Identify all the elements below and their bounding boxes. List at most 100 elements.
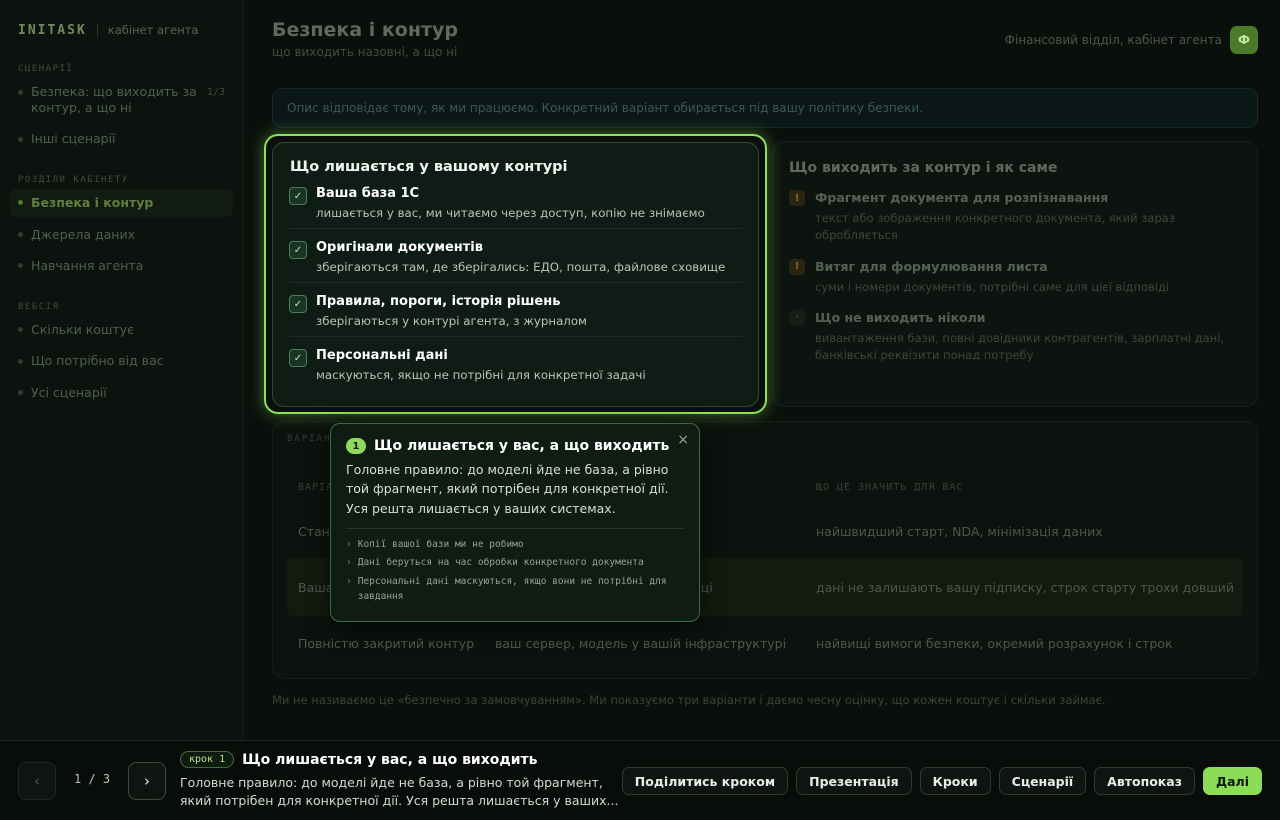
sidebar-item-label: Що потрібно від вас [31, 353, 164, 369]
tour-bottom-bar: ‹ 1 / 3 › крок 1 Що лишається у вас, а щ… [0, 740, 1280, 820]
table-cell: дані не залишають вашу підписку, строк с… [816, 579, 1234, 595]
step-title: Що лишається у вас, а що виходить [242, 751, 538, 768]
item-title: Що не виходить ніколи [815, 309, 986, 325]
step-info: крок 1 Що лишається у вас, а що виходить… [180, 751, 625, 810]
page-subtitle: що виходить назовні, а що ні [272, 45, 458, 59]
item-title: Фрагмент документа для розпізнавання [815, 190, 1109, 205]
tooltip-body: Головне правило: до моделі йде не база, … [346, 462, 669, 516]
sidebar-item-security-scenario[interactable]: Безпека: що виходить за контур, а що ні … [10, 78, 233, 121]
sidebar-item-label: Інші сценарії [31, 131, 116, 147]
previous-step-button[interactable]: ‹ [18, 762, 56, 800]
presentation-button[interactable]: Презентація [796, 767, 912, 795]
bullet-icon [18, 327, 23, 333]
chevron-right-icon: › [346, 557, 352, 569]
close-icon[interactable]: × [677, 432, 689, 448]
sidebar-item-count: 1/3 [206, 87, 225, 98]
item-description: лишається у вас, ми читаємо через доступ… [316, 206, 705, 220]
item-title: Персональні дані [316, 348, 448, 363]
bullet-icon [18, 231, 23, 237]
list-item: › Персональні дані маскуються, якщо вони … [346, 574, 684, 604]
item-title: Ваша база 1С [316, 186, 420, 201]
item-title: Правила, пороги, історія рішень [316, 294, 561, 309]
tooltip-header: 1 Що лишається у вас, а що виходить [346, 438, 684, 454]
check-icon: ✓ [289, 187, 307, 205]
sidebar-item-pricing[interactable]: Скільки коштує [10, 316, 233, 344]
steps-button[interactable]: Кроки [919, 767, 991, 795]
item-description: вивантаження бази, повні довідники контр… [815, 330, 1225, 362]
table-cell: найшвидший старт, NDA, мінімізація даних [816, 523, 1103, 539]
next-step-button[interactable]: › [128, 762, 166, 800]
bullet-text: Копії вашої бази ми не робимо [357, 539, 524, 551]
bullet-icon [18, 90, 23, 95]
info-notice: Опис відповідає тому, як ми працюємо. Ко… [272, 88, 1258, 128]
sidebar-item-label: Скільки коштує [31, 321, 134, 337]
card-title: Що виходить за контур і як саме [789, 160, 1058, 176]
list-item: ✓ Ваша база 1С лишається у вас, ми читає… [289, 175, 742, 229]
share-step-button[interactable]: Поділитись кроком [621, 767, 789, 795]
list-item: ✓ Персональні дані маскуються, якщо не п… [289, 337, 742, 390]
sidebar-item-requirements[interactable]: Що потрібно від вас [10, 347, 233, 375]
list-item: › Копії вашої бази ми не робимо [346, 537, 684, 552]
inside-perimeter-card: Що лишається у вашому контурі ✓ Ваша баз… [272, 142, 759, 407]
check-icon: ✓ [289, 295, 307, 313]
sidebar-item-other-scenarios[interactable]: Інші сценарії [10, 125, 233, 153]
sidebar: INITASK кабінет агента СЦЕНАРІЇ Безпека:… [0, 0, 244, 740]
context-label: Фінансовий відділ, кабінет агента [1004, 33, 1222, 47]
bullet-icon [18, 263, 23, 269]
avatar[interactable]: Ф [1230, 26, 1258, 54]
brand-logo: INITASK [18, 22, 87, 38]
tooltip-bullets: › Копії вашої бази ми не робимо › Дані бер… [346, 537, 684, 604]
bullet-icon [18, 136, 23, 142]
item-description: маскуються, якщо не потрібні для конкрет… [316, 368, 646, 382]
brand-divider [96, 23, 98, 37]
stop-icon: · [789, 309, 805, 326]
check-icon: ✓ [289, 349, 307, 367]
sidebar-item-label: Усі сценарії [31, 385, 107, 400]
chevron-right-icon: › [346, 539, 352, 551]
step-counter: 1 / 3 [74, 772, 111, 786]
list-item: ✓ Правила, пороги, історія рішень зберіг… [289, 283, 742, 337]
item-description: зберігаються там, де зберігались: ЕДО, п… [316, 260, 726, 274]
sidebar-section-title: ВЕБСІЯ [18, 301, 60, 312]
bullet-text: Дані беруться на час обробки конкретного… [357, 557, 644, 569]
tour-actions: Поділитись кроком Презентація Кроки Сцен… [621, 767, 1262, 795]
chevron-right-icon: › [346, 575, 352, 587]
sidebar-item-label: Безпека: що виходить за контур, а що ні [31, 84, 197, 115]
table-row[interactable]: Повністю закритий контур ваш сервер, мод… [287, 620, 1243, 666]
step-badge: крок 1 [180, 751, 235, 768]
column-header: ЩО ЦЕ ЗНАЧИТЬ ДЛЯ ВАС [816, 481, 964, 493]
item-description: текст або зображення конкретного докумен… [815, 211, 1175, 243]
brand[interactable]: INITASK кабінет агента [10, 18, 233, 42]
sidebar-item-agent-training[interactable]: Навчання агента [10, 252, 233, 280]
divider [346, 528, 684, 530]
sidebar-item-data-sources[interactable]: Джерела даних [10, 221, 233, 249]
scenarios-button[interactable]: Сценарії [998, 767, 1087, 795]
autoplay-button[interactable]: Автопоказ [1094, 767, 1195, 795]
outside-perimeter-card: Що виходить за контур і як саме ! Фрагме… [772, 141, 1258, 407]
list-item: › Дані беруться на час обробки конкретног… [346, 555, 684, 570]
table-cell: ваш сервер, модель у вашій інфраструктур… [495, 635, 787, 651]
list-item: · Що не виходить ніколи вивантаження баз… [789, 309, 1241, 365]
list-item: ! Витяг для формулювання листа суми і но… [789, 258, 1241, 296]
item-title: Оригінали документів [316, 240, 483, 255]
tour-tooltip: 1 Що лишається у вас, а що виходить × Го… [330, 423, 700, 622]
table-cell: найвищі вимоги безпеки, окремий розрахун… [816, 635, 1173, 651]
next-button[interactable]: Далі [1202, 767, 1262, 795]
footnote: Ми не називаємо це «безпечно за замовчув… [272, 693, 1106, 707]
bullet-icon [18, 390, 23, 396]
page-title: Безпека і контур [272, 19, 458, 41]
item-description: суми і номери документів, потрібні саме … [815, 279, 1170, 294]
sidebar-item-label: Джерела даних [31, 226, 135, 242]
sidebar-item-security[interactable]: Безпека і контур [10, 188, 233, 217]
sidebar-section-title: РОЗДІЛИ КАБІНЕТУ [18, 174, 129, 185]
account-context[interactable]: Фінансовий відділ, кабінет агента Ф [1005, 26, 1258, 54]
sidebar-item-all-scenarios[interactable]: Усі сценарії [10, 379, 233, 407]
step-number-badge: 1 [346, 438, 366, 454]
tooltip-title: Що лишається у вас, а що виходить [374, 438, 670, 454]
item-title: Витяг для формулювання листа [815, 258, 1048, 274]
warning-icon: ! [789, 258, 805, 275]
item-description: зберігаються у контурі агента, з журнало… [316, 314, 587, 328]
brand-subtitle: кабінет агента [107, 23, 199, 37]
list-item: ! Фрагмент документа для розпізнавання т… [789, 190, 1241, 245]
list-item: ✓ Оригінали документів зберігаються там,… [289, 229, 742, 283]
